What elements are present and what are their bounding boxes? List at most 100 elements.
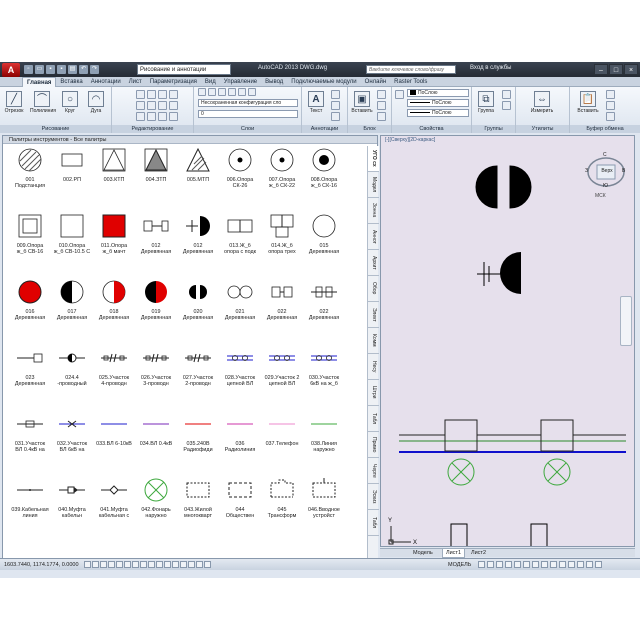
palette-item-dashed-rect[interactable]: 043.Жилой многокварт [179, 476, 217, 536]
palette-item-line-slashes[interactable]: 025.Участок 4-проводн [95, 344, 133, 404]
palette-tab[interactable]: Черте [368, 458, 379, 484]
clipboard-panel-label[interactable]: Буфер обмена [570, 125, 640, 133]
line-button[interactable]: ╱ Отрезок [2, 89, 26, 123]
save-icon[interactable]: ▪ [46, 65, 55, 74]
palette-tab[interactable]: Примо [368, 432, 379, 458]
palette-item-red-line[interactable]: 035.240В Радиофиди [179, 410, 217, 470]
tab-home[interactable]: Главная [22, 77, 57, 87]
palette-item-rect-triangle[interactable]: 003.КТП [95, 146, 133, 206]
palette-item-rect[interactable]: 002.РП [53, 146, 91, 206]
palette-item-two-rects[interactable]: 022 Деревянная [263, 278, 301, 338]
status-toggle-icon[interactable] [140, 561, 147, 568]
palette-item-black-red-circle[interactable]: 019 Деревянная [137, 278, 175, 338]
edit-block-icon[interactable] [377, 101, 386, 110]
status-tool-icon[interactable] [595, 561, 602, 568]
layer-properties-icon[interactable] [198, 88, 206, 96]
offset-icon[interactable] [169, 112, 178, 121]
viewcube-west[interactable]: З [585, 168, 588, 174]
layer-off-icon[interactable] [208, 88, 216, 96]
tab-parametric[interactable]: Параметризация [146, 77, 201, 87]
tab-raster-tools[interactable]: Raster Tools [390, 77, 431, 87]
layer-isolate-icon[interactable] [218, 88, 226, 96]
palette-item-blue-lines[interactable]: 030.Участок 6кВ на ж_б [305, 344, 343, 404]
palette-item-rect-line[interactable]: 012 Деревянная [137, 212, 175, 272]
status-toggle-icon[interactable] [148, 561, 155, 568]
palette-item-hatched-triangle[interactable]: 005.МТП [179, 146, 217, 206]
viewcube[interactable]: С Верх Ю З В [585, 150, 627, 192]
fillet-icon[interactable] [158, 101, 167, 110]
palette-item-hatched-circle[interactable]: 001 Подстанция [11, 146, 49, 206]
close-icon[interactable]: × [624, 64, 638, 75]
status-toggle-icon[interactable] [196, 561, 203, 568]
status-toggle-icon[interactable] [132, 561, 139, 568]
status-toggle-icon[interactable] [84, 561, 91, 568]
tab-layout[interactable]: Лист [125, 77, 146, 87]
tab-online[interactable]: Онлайн [361, 77, 390, 87]
palette-tab[interactable]: Несу [368, 354, 379, 380]
status-tool-icon[interactable] [532, 561, 539, 568]
palette-tab[interactable]: Эскиз [368, 484, 379, 510]
palette-item-circle-bigdot[interactable]: 008.Опора ж_б СК-16 [305, 146, 343, 206]
status-tool-icon[interactable] [577, 561, 584, 568]
status-tool-icon[interactable] [523, 561, 530, 568]
status-toggle-icon[interactable] [164, 561, 171, 568]
viewcube-south[interactable]: Ю [603, 183, 608, 189]
palette-tab[interactable]: Модел [368, 172, 379, 198]
drawing-canvas[interactable]: [-][Сверху][2D-каркас] Y X С Верх Ю З В … [380, 135, 635, 547]
status-toggle-icon[interactable] [116, 561, 123, 568]
tab-insert[interactable]: Вставка [56, 77, 86, 87]
minimize-icon[interactable]: – [594, 64, 608, 75]
palette-item-dashed-rect-line[interactable]: 046.Вводное устройст [305, 476, 343, 536]
palette-item-two-rects-lines[interactable]: 022 Деревянная [305, 278, 343, 338]
status-toggle-icon[interactable] [124, 561, 131, 568]
create-block-icon[interactable] [377, 90, 386, 99]
linetype-dropdown[interactable]: ПоСлою [407, 109, 469, 117]
status-tool-icon[interactable] [505, 561, 512, 568]
palette-item-blue-lines[interactable]: 028.Участок цепной ВЛ [221, 344, 259, 404]
search-input[interactable]: Введите ключевое слово/фразу [366, 65, 456, 74]
palette-item-purple-line[interactable]: 034.ВЛ 0.4кВ [137, 410, 175, 470]
tab-view[interactable]: Вид [201, 77, 220, 87]
palette-item-circle[interactable]: 015 Деревянная [305, 212, 343, 272]
wcs-menu[interactable]: МСК [595, 193, 606, 199]
palette-item-cable-line[interactable]: 039.Кабельная линия [11, 476, 49, 536]
status-tool-icon[interactable] [478, 561, 485, 568]
insert-block-button[interactable]: ▣ Вставить [350, 89, 374, 123]
dimension-icon[interactable] [331, 90, 340, 99]
modify-panel-label[interactable]: Редактирование [112, 125, 193, 133]
layout-tab-model[interactable]: Модель [410, 549, 436, 558]
palette-tab[interactable]: УГО сх [368, 146, 379, 172]
tab-plugins[interactable]: Подключаемые модули [287, 77, 360, 87]
status-toggle-icon[interactable] [100, 561, 107, 568]
circle-button[interactable]: ○ Круг [58, 89, 82, 123]
group-edit-icon[interactable] [502, 101, 511, 110]
erase-icon[interactable] [169, 90, 178, 99]
layer-dropdown[interactable]: 0 [198, 110, 298, 118]
status-toggle-icon[interactable] [92, 561, 99, 568]
palette-item-circle-dot[interactable]: 007.Опора ж_б СК-22 [263, 146, 301, 206]
palette-tab[interactable]: Штри [368, 380, 379, 406]
status-tool-icon[interactable] [568, 561, 575, 568]
status-tool-icon[interactable] [550, 561, 557, 568]
palette-item-square[interactable]: 010.Опора ж_б СВ-10.5 С [53, 212, 91, 272]
palette-item-pink-line[interactable]: 037.Телефон [263, 410, 301, 470]
status-toggle-icon[interactable] [172, 561, 179, 568]
palette-tab[interactable]: Зонна [368, 198, 379, 224]
viewcube-north[interactable]: С [603, 152, 607, 158]
status-tool-icon[interactable] [496, 561, 503, 568]
layer-lock-icon[interactable] [238, 88, 246, 96]
cut-icon[interactable] [606, 90, 615, 99]
palette-tab[interactable]: Обор [368, 276, 379, 302]
tab-annotate[interactable]: Аннотации [87, 77, 125, 87]
layer-state-dropdown[interactable]: Несохраненная конфигурация сло [198, 99, 298, 107]
saveas-icon[interactable]: ▪ [57, 65, 66, 74]
status-tool-icon[interactable] [541, 561, 548, 568]
palette-item-magenta-line[interactable]: 036 Радиолиния [221, 410, 259, 470]
palette-item-line-halfcircle[interactable]: 012 Деревянная [179, 212, 217, 272]
status-toggle-icon[interactable] [204, 561, 211, 568]
palette-tab[interactable]: Аннот [368, 224, 379, 250]
utilities-panel-label[interactable]: Утилиты [516, 125, 569, 133]
match-properties-icon[interactable] [395, 90, 404, 99]
palette-tab[interactable]: Архит [368, 250, 379, 276]
palette-item-two-circles[interactable]: 021 Деревянная [221, 278, 259, 338]
